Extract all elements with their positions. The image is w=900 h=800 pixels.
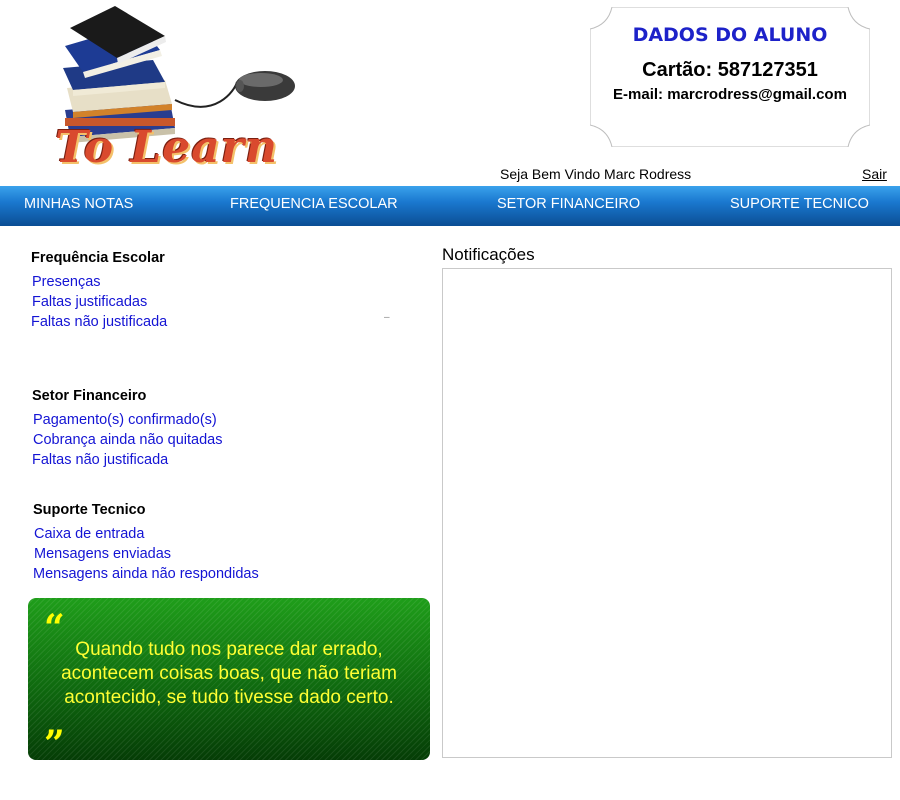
link-faltas-nao-justificada-financeiro[interactable]: Faltas não justificada [32, 452, 168, 468]
link-caixa-entrada[interactable]: Caixa de entrada [34, 526, 144, 542]
link-mensagens-nao-respondidas[interactable]: Mensagens ainda não respondidas [33, 566, 259, 582]
nav-minhas-notas[interactable]: MINHAS NOTAS [24, 196, 133, 212]
link-cobranca-nao-quitadas[interactable]: Cobrança ainda não quitadas [33, 432, 222, 448]
card-title: DADOS DO ALUNO [632, 24, 828, 46]
student-email: E-mail: marcrodress@gmail.com [613, 86, 847, 103]
student-card-number: Cartão: 587127351 [642, 59, 818, 81]
welcome-message: Seja Bem Vindo Marc Rodress [500, 166, 692, 182]
divider-dash: – [384, 312, 390, 323]
nav-frequencia-escolar[interactable]: FREQUENCIA ESCOLAR [230, 196, 398, 212]
logout-link[interactable]: Sair [862, 166, 887, 182]
nav-suporte-tecnico[interactable]: SUPORTE TECNICO [730, 196, 869, 212]
logo: To Learn [25, 0, 305, 180]
link-mensagens-enviadas[interactable]: Mensagens enviadas [34, 546, 171, 562]
section-title-frequencia: Frequência Escolar [31, 250, 165, 266]
link-pagamentos-confirmados[interactable]: Pagamento(s) confirmado(s) [33, 412, 217, 428]
close-quote-icon: ” [44, 723, 65, 765]
section-title-financeiro: Setor Financeiro [32, 388, 147, 404]
notifications-title: Notificações [442, 245, 535, 264]
computer-mouse-icon [235, 71, 295, 101]
link-faltas-nao-justificada[interactable]: Faltas não justificada [31, 314, 167, 330]
section-title-suporte: Suporte Tecnico [33, 502, 146, 518]
nav-setor-financeiro[interactable]: SETOR FINANCEIRO [497, 196, 640, 212]
main-navbar: MINHAS NOTAS FREQUENCIA ESCOLAR SETOR FI… [0, 186, 900, 226]
quote-text: Quando tudo nos parece dar errado, acont… [61, 639, 397, 708]
logo-text: To Learn [55, 122, 278, 173]
notifications-panel[interactable] [442, 268, 892, 758]
quote-box: “ Quando tudo nos parece dar errado, aco… [28, 598, 430, 765]
link-faltas-justificadas[interactable]: Faltas justificadas [32, 294, 147, 310]
student-info-card: DADOS DO ALUNO Cartão: 587127351 E-mail:… [590, 7, 870, 147]
link-presencas[interactable]: Presenças [32, 274, 101, 290]
